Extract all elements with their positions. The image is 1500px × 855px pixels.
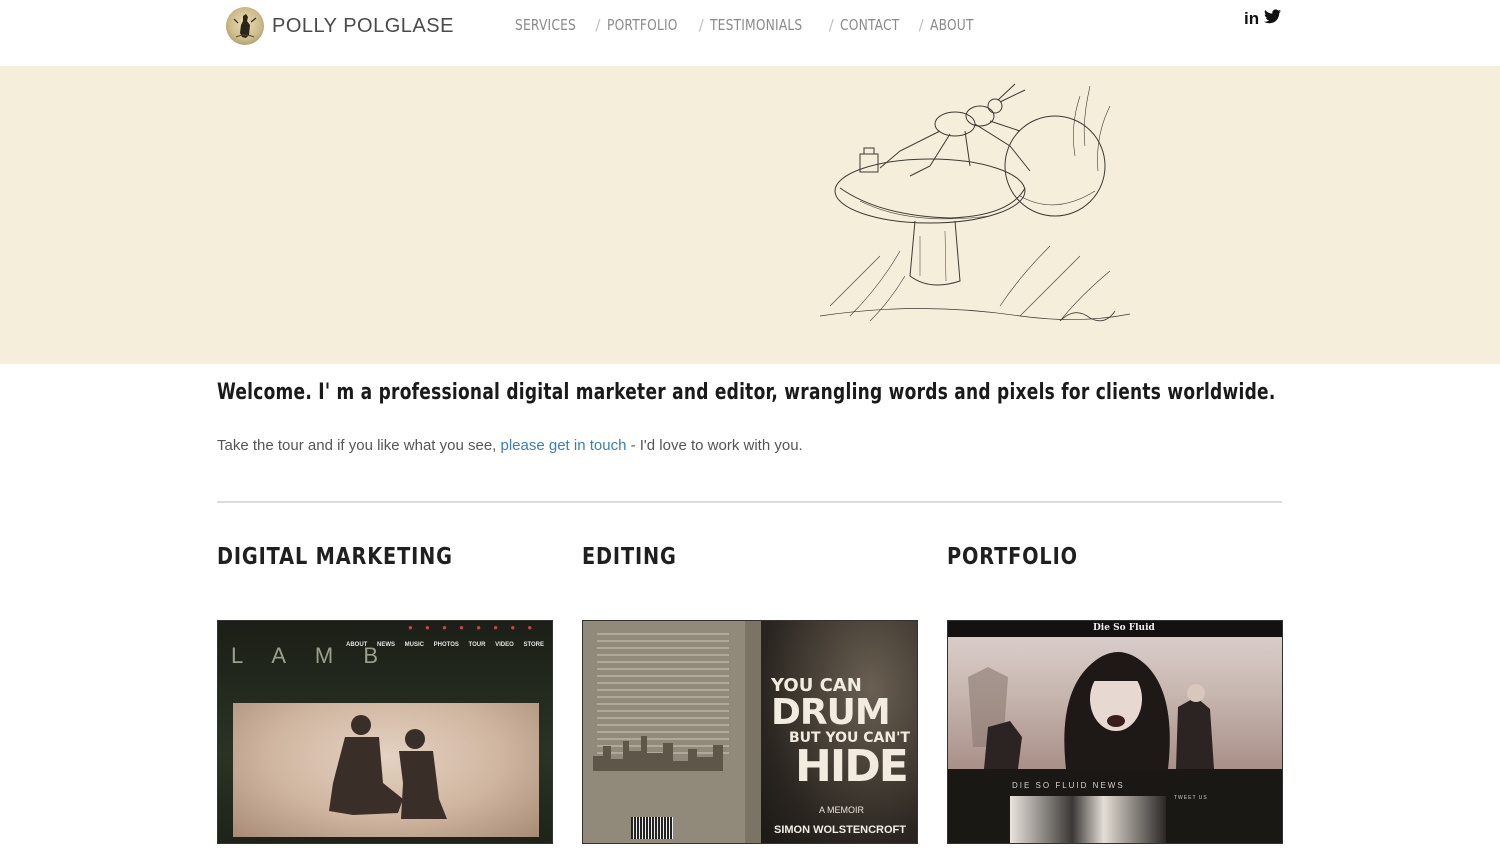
nav-separator: /	[828, 16, 835, 34]
book-title-line2: DRUM	[771, 692, 891, 733]
nav-contact[interactable]: CONTACT	[840, 16, 899, 34]
insect-illustration	[820, 83, 1131, 322]
section-title-portfolio: PORTFOLIO	[947, 544, 1078, 570]
welcome-heading: Welcome. I' m a professional digital mar…	[217, 380, 1276, 405]
site-header: POLLY POLGLASE SERVICES / PORTFOLIO / TE…	[0, 0, 1500, 66]
nav-portfolio[interactable]: PORTFOLIO	[607, 16, 678, 34]
card-editing[interactable]: YOU CAN DRUM BUT YOU CAN'T HIDE A MEMOIR…	[582, 620, 918, 844]
book-spine	[745, 621, 761, 843]
section-title-editing: EDITING	[582, 544, 677, 570]
nav-separator: /	[918, 16, 924, 34]
linkedin-icon[interactable]: in	[1244, 9, 1259, 29]
nav-testimonials[interactable]: TESTIMONIALS	[710, 16, 802, 34]
dsf-news-thumbnails	[1010, 796, 1166, 843]
welcome-text-after: - I'd love to work with you.	[626, 437, 803, 454]
card-digital-marketing[interactable]: ● ● ● ● ● ● ● ● L A M B ABOUT NEWS MUSIC…	[217, 620, 553, 844]
band-photo	[233, 703, 539, 837]
logo-name: POLLY POLGLASE	[272, 14, 454, 37]
nav-separator: /	[698, 16, 705, 34]
book-front-cover: YOU CAN DRUM BUT YOU CAN'T HIDE A MEMOIR…	[761, 621, 917, 843]
book-title-line4: HIDE	[795, 741, 909, 792]
lamb-nav: ABOUT NEWS MUSIC PHOTOS TOUR VIDEO STORE	[346, 642, 545, 648]
dsf-brand: Die So Fluid	[1093, 623, 1155, 633]
social-icons-strip: ● ● ● ● ● ● ● ●	[408, 623, 538, 632]
dsf-news-heading: DIE SO FLUID NEWS	[1012, 781, 1125, 790]
divider	[217, 501, 1282, 503]
nav-separator: /	[595, 16, 601, 34]
barcode	[631, 817, 673, 839]
section-title-digital-marketing: DIGITAL MARKETING	[217, 544, 453, 570]
nav-services[interactable]: SERVICES	[515, 16, 576, 34]
nav-about[interactable]: ABOUT	[930, 16, 974, 34]
logo-badge-icon	[226, 7, 264, 45]
book-author: SIMON WOLSTENCROFT	[774, 824, 906, 836]
book-subtitle: A MEMOIR	[819, 805, 865, 815]
dsf-hero-photo	[948, 637, 1282, 769]
site-logo[interactable]: POLLY POLGLASE	[226, 7, 454, 45]
book-back-cover	[583, 621, 745, 843]
main-nav: SERVICES / PORTFOLIO / TESTIMONIALS / CO…	[515, 16, 983, 34]
welcome-text: Take the tour and if you like what you s…	[217, 437, 803, 454]
hero-banner	[0, 66, 1500, 364]
social-links: in	[1244, 9, 1282, 29]
twitter-icon[interactable]	[1264, 9, 1282, 29]
dsf-header: Die So Fluid	[948, 621, 1282, 637]
dsf-tweet-label: TWEET US	[1174, 795, 1208, 801]
welcome-text-before: Take the tour and if you like what you s…	[217, 437, 501, 454]
card-portfolio[interactable]: Die So Fluid DIE SO FLUID NEWS TWEET US	[947, 620, 1283, 844]
get-in-touch-link[interactable]: please get in touch	[501, 437, 627, 454]
